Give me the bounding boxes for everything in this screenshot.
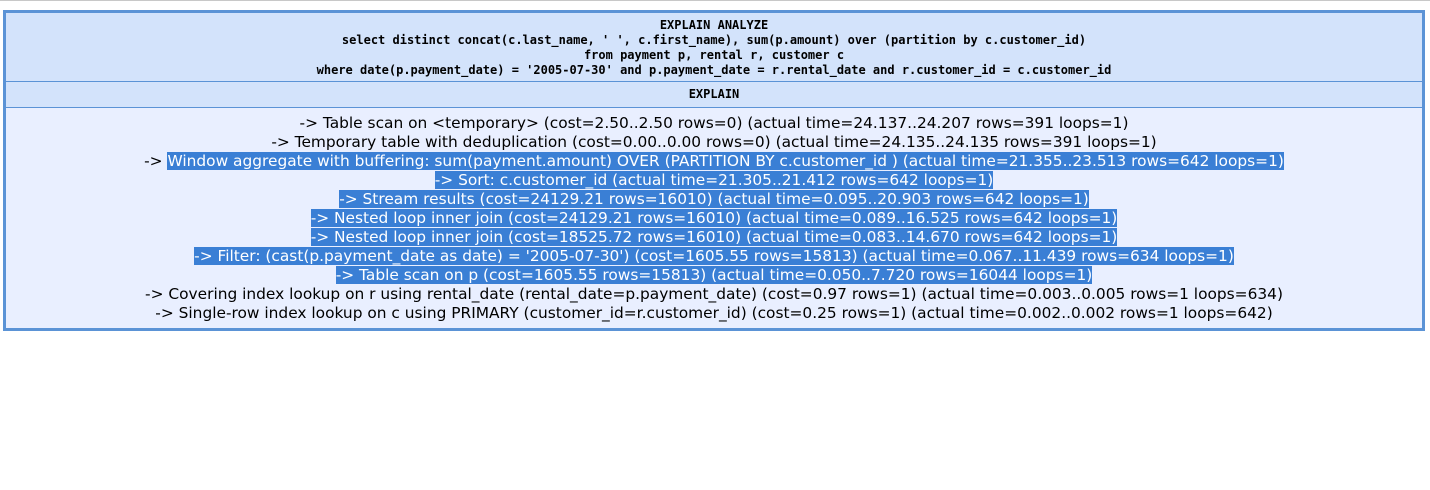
plan-line-text: -> [144, 152, 168, 170]
explain-plan-cell[interactable]: -> Table scan on <temporary> (cost=2.50.… [6, 108, 1422, 323]
query-line: select distinct concat(c.last_name, ' ',… [341, 33, 1087, 47]
plan-line-text: -> Temporary table with deduplication (c… [271, 133, 1157, 151]
plan-line[interactable]: -> Stream results (cost=24129.21 rows=16… [6, 190, 1422, 209]
plan-line[interactable]: -> Covering index lookup on r using rent… [6, 285, 1422, 304]
plan-line-selected-text: -> Filter: (cast(p.payment_date as date)… [194, 247, 1234, 265]
plan-line-selected-text: -> Table scan on p (cost=1605.55 rows=15… [335, 266, 1093, 284]
plan-line[interactable]: -> Sort: c.customer_id (actual time=21.3… [6, 171, 1422, 190]
plan-line[interactable]: -> Nested loop inner join (cost=18525.72… [6, 228, 1422, 247]
window-top-rule [0, 0, 1430, 1]
query-line: where date(p.payment_date) = '2005-07-30… [316, 63, 1112, 77]
plan-line-selected-text: -> Nested loop inner join (cost=18525.72… [310, 228, 1118, 246]
plan-line-selected-text: -> Sort: c.customer_id (actual time=21.3… [434, 171, 994, 189]
plan-line-selected-text: Window aggregate with buffering: sum(pay… [167, 152, 1284, 170]
plan-line[interactable]: -> Table scan on p (cost=1605.55 rows=15… [6, 266, 1422, 285]
plan-line[interactable]: -> Nested loop inner join (cost=24129.21… [6, 209, 1422, 228]
plan-line-text: -> Table scan on <temporary> (cost=2.50.… [299, 114, 1129, 132]
plan-line[interactable]: -> Temporary table with deduplication (c… [6, 133, 1422, 152]
query-line: from payment p, rental r, customer c [583, 48, 845, 62]
query-header: EXPLAIN ANALYZE select distinct concat(c… [6, 13, 1422, 82]
plan-line-text: -> Covering index lookup on r using rent… [145, 285, 1283, 303]
plan-line-text: -> Single-row index lookup on c using PR… [155, 304, 1273, 322]
plan-line[interactable]: -> Single-row index lookup on c using PR… [6, 304, 1422, 323]
plan-line-selected-text: -> Stream results (cost=24129.21 rows=16… [339, 190, 1089, 208]
plan-line[interactable]: -> Filter: (cast(p.payment_date as date)… [6, 247, 1422, 266]
plan-line[interactable]: -> Window aggregate with buffering: sum(… [6, 152, 1422, 171]
plan-line[interactable]: -> Table scan on <temporary> (cost=2.50.… [6, 114, 1422, 133]
plan-line-selected-text: -> Nested loop inner join (cost=24129.21… [310, 209, 1118, 227]
query-line: EXPLAIN ANALYZE [659, 18, 769, 32]
explain-result-panel: EXPLAIN ANALYZE select distinct concat(c… [3, 10, 1425, 331]
column-header-explain[interactable]: EXPLAIN [6, 82, 1422, 108]
